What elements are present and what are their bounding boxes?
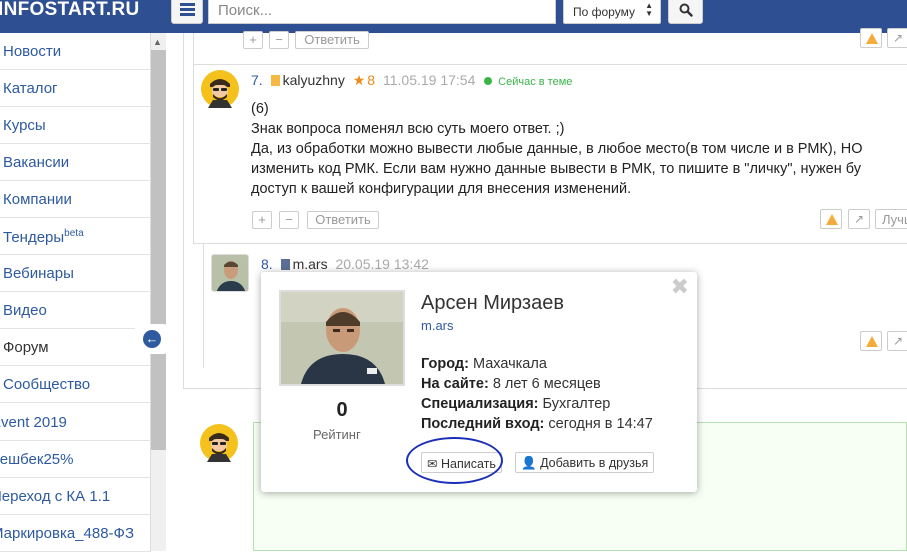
sidebar: Новости Каталог Курсы Вакансии Компании …	[0, 33, 151, 552]
sidebar-item-video[interactable]: Видео	[0, 292, 151, 329]
arrow-left-icon: ←	[143, 330, 161, 348]
share-button[interactable]: ↗	[887, 28, 907, 48]
post-number[interactable]: 8.	[261, 256, 273, 272]
report-button[interactable]	[820, 209, 842, 229]
author-rating: 8	[367, 72, 376, 88]
profile-on-site: На сайте: 8 лет 6 месяцев	[421, 376, 601, 392]
search-icon	[679, 3, 693, 17]
sidebar-item-webinars[interactable]: Вебинары	[0, 255, 151, 292]
reply-button[interactable]: Ответить	[295, 31, 369, 49]
best-answer-button[interactable]: Лучший	[875, 209, 907, 229]
online-dot-icon	[484, 77, 493, 85]
site-logo[interactable]: INFOSTART.RU	[0, 0, 140, 20]
sidebar-link-marking[interactable]: Маркировка_488-ФЗ	[0, 515, 151, 552]
sidebar-item-courses[interactable]: Курсы	[0, 107, 151, 144]
beta-badge: beta	[64, 228, 84, 239]
top-navbar: INFOSTART.RU По форуму ▲▼	[0, 0, 907, 33]
user-icon	[270, 75, 280, 86]
sidebar-item-tenders[interactable]: Тендерыbeta	[0, 218, 151, 255]
plus-button[interactable]: +	[252, 211, 272, 229]
share-icon: ↗	[892, 31, 904, 45]
post-date: 20.05.19 13:42	[335, 256, 429, 272]
online-status: Сейчас в теме	[498, 76, 573, 88]
hamburger-icon	[180, 3, 195, 6]
sidebar-item-catalog[interactable]: Каталог	[0, 70, 151, 107]
avatar-current-user-icon	[200, 424, 238, 462]
avatar[interactable]	[201, 70, 239, 108]
sidebar-item-forum[interactable]: Форум	[0, 329, 151, 366]
thread-line	[203, 244, 204, 368]
search-scope-select[interactable]: По форуму ▲ ▼	[563, 0, 661, 24]
search-button[interactable]	[668, 0, 703, 24]
share-button[interactable]: ↗	[848, 209, 870, 229]
profile-specialization: Специализация: Бухгалтер	[421, 396, 611, 412]
report-button[interactable]	[860, 28, 882, 48]
post-7-header: 7. kalyuzhny ★ 8 11.05.19 17:54 Сейчас в …	[251, 72, 572, 89]
avatar-photo-icon	[212, 255, 248, 291]
scroll-up-icon[interactable]: ▲	[153, 37, 162, 47]
share-icon: ↗	[892, 334, 904, 348]
share-icon: ↗	[853, 212, 865, 226]
share-button[interactable]: ↗	[887, 331, 907, 351]
avatar-kalyuzhny-icon	[201, 70, 239, 108]
report-button[interactable]	[860, 331, 882, 351]
star-icon: ★	[352, 72, 366, 88]
post-7-text: (6) Знак вопроса поменял всю суть моего …	[251, 101, 863, 197]
profile-rating-label: Рейтинг	[313, 427, 361, 442]
user-icon	[280, 259, 290, 270]
thread-line	[193, 243, 907, 244]
post-author[interactable]: kalyuzhny	[283, 72, 345, 88]
sidebar-link-migration[interactable]: Переход с КА 1.1	[0, 478, 151, 515]
add-friend-button[interactable]: 👤 Добавить в друзья	[515, 452, 655, 473]
warning-icon	[826, 214, 838, 225]
profile-login-link[interactable]: m.ars	[421, 318, 454, 333]
profile-name: Арсен Мирзаев	[421, 292, 564, 314]
thread-line	[193, 64, 907, 65]
profile-photo-icon	[281, 292, 403, 384]
sidebar-link-cashback[interactable]: Кешбек25%	[0, 441, 151, 478]
warning-icon	[866, 336, 878, 347]
minus-button[interactable]: −	[279, 211, 299, 229]
hamburger-menu-button[interactable]	[171, 0, 203, 24]
sidebar-item-vacancies[interactable]: Вакансии	[0, 144, 151, 181]
sidebar-link-event[interactable]: Event 2019	[0, 404, 151, 441]
warning-icon	[866, 33, 878, 44]
search-input[interactable]	[208, 0, 556, 24]
sidebar-item-companies[interactable]: Компании	[0, 181, 151, 218]
add-user-icon: 👤	[521, 456, 537, 470]
sidebar-scroll-thumb[interactable]	[151, 50, 166, 450]
reply-button[interactable]: Ответить	[307, 211, 379, 229]
minus-button[interactable]: −	[269, 31, 289, 49]
sidebar-item-news[interactable]: Новости	[0, 33, 151, 70]
post-number[interactable]: 7.	[251, 72, 263, 88]
post-author[interactable]: m.ars	[293, 256, 328, 272]
annotation-circle	[406, 437, 503, 484]
profile-rating-value: 0	[336, 399, 348, 421]
post-8-header: 8. m.ars 20.05.19 13:42	[261, 256, 429, 272]
close-icon[interactable]: ✖	[671, 274, 689, 300]
plus-button[interactable]: +	[243, 31, 263, 49]
avatar	[200, 424, 238, 462]
profile-photo	[279, 290, 405, 386]
avatar[interactable]	[211, 254, 249, 292]
thread-line	[183, 33, 184, 388]
post-date: 11.05.19 17:54	[382, 72, 476, 88]
profile-last-login: Последний вход: сегодня в 14:47	[421, 416, 653, 432]
select-arrows-icon: ▲ ▼	[645, 1, 653, 18]
sidebar-item-community[interactable]: Сообщество	[0, 366, 151, 403]
collapse-sidebar-button[interactable]: ←	[135, 324, 167, 354]
profile-city: Город: Махачкала	[421, 356, 547, 372]
search-scope-value: По форуму	[573, 5, 635, 19]
